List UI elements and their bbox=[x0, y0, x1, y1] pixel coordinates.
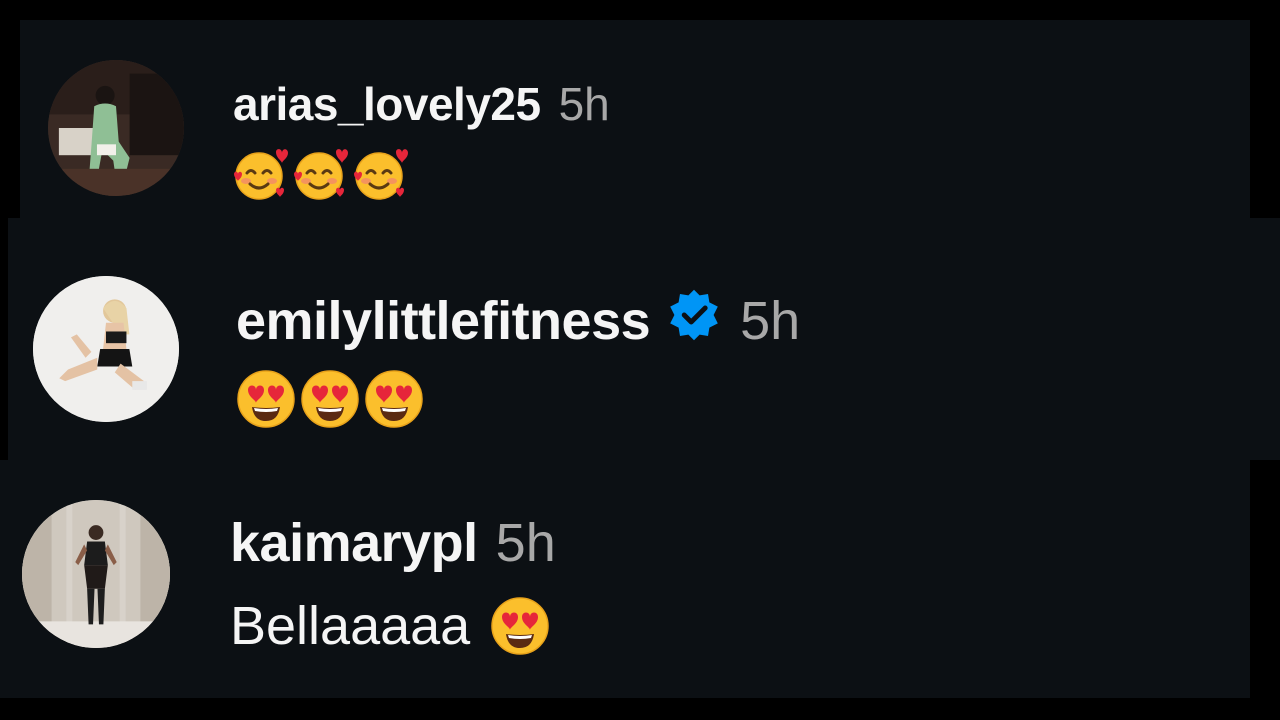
comment-header: kaimarypl 5h bbox=[230, 512, 556, 574]
heart-eyes-icon bbox=[236, 369, 296, 429]
avatar-photo bbox=[33, 276, 179, 422]
comment-card: emilylittlefitness 5h bbox=[8, 218, 1280, 460]
comment-card: kaimarypl 5h Bellaaaaa bbox=[0, 460, 1250, 698]
avatar[interactable] bbox=[22, 500, 170, 648]
avatar-photo bbox=[48, 60, 184, 196]
timestamp: 5h bbox=[740, 291, 801, 351]
comment-card: arias_lovely25 5h bbox=[20, 20, 1250, 218]
username[interactable]: arias_lovely25 bbox=[233, 77, 541, 131]
avatar[interactable] bbox=[33, 276, 179, 422]
username[interactable]: emilylittlefitness bbox=[236, 290, 651, 352]
timestamp: 5h bbox=[495, 513, 556, 573]
smiling-face-with-hearts-icon bbox=[352, 146, 410, 202]
comment-text: Bellaaaaa bbox=[230, 594, 550, 658]
heart-eyes-icon bbox=[490, 596, 550, 656]
timestamp: 5h bbox=[558, 78, 610, 130]
comment-header: arias_lovely25 5h bbox=[233, 78, 610, 130]
smiling-face-with-hearts-icon bbox=[292, 146, 350, 202]
comment-text bbox=[232, 146, 410, 202]
comment-message: Bellaaaaa bbox=[230, 596, 471, 656]
avatar-photo bbox=[22, 500, 170, 648]
smiling-face-with-hearts-icon bbox=[232, 146, 290, 202]
comments-screenshot: arias_lovely25 5h emilylittlefitness 5h … bbox=[0, 0, 1280, 720]
comment-text bbox=[236, 368, 424, 430]
verified-badge-icon bbox=[666, 287, 722, 356]
username[interactable]: kaimarypl bbox=[230, 512, 478, 574]
heart-eyes-icon bbox=[300, 369, 360, 429]
avatar[interactable] bbox=[48, 60, 184, 196]
comment-header: emilylittlefitness 5h bbox=[236, 289, 801, 352]
heart-eyes-icon bbox=[364, 369, 424, 429]
